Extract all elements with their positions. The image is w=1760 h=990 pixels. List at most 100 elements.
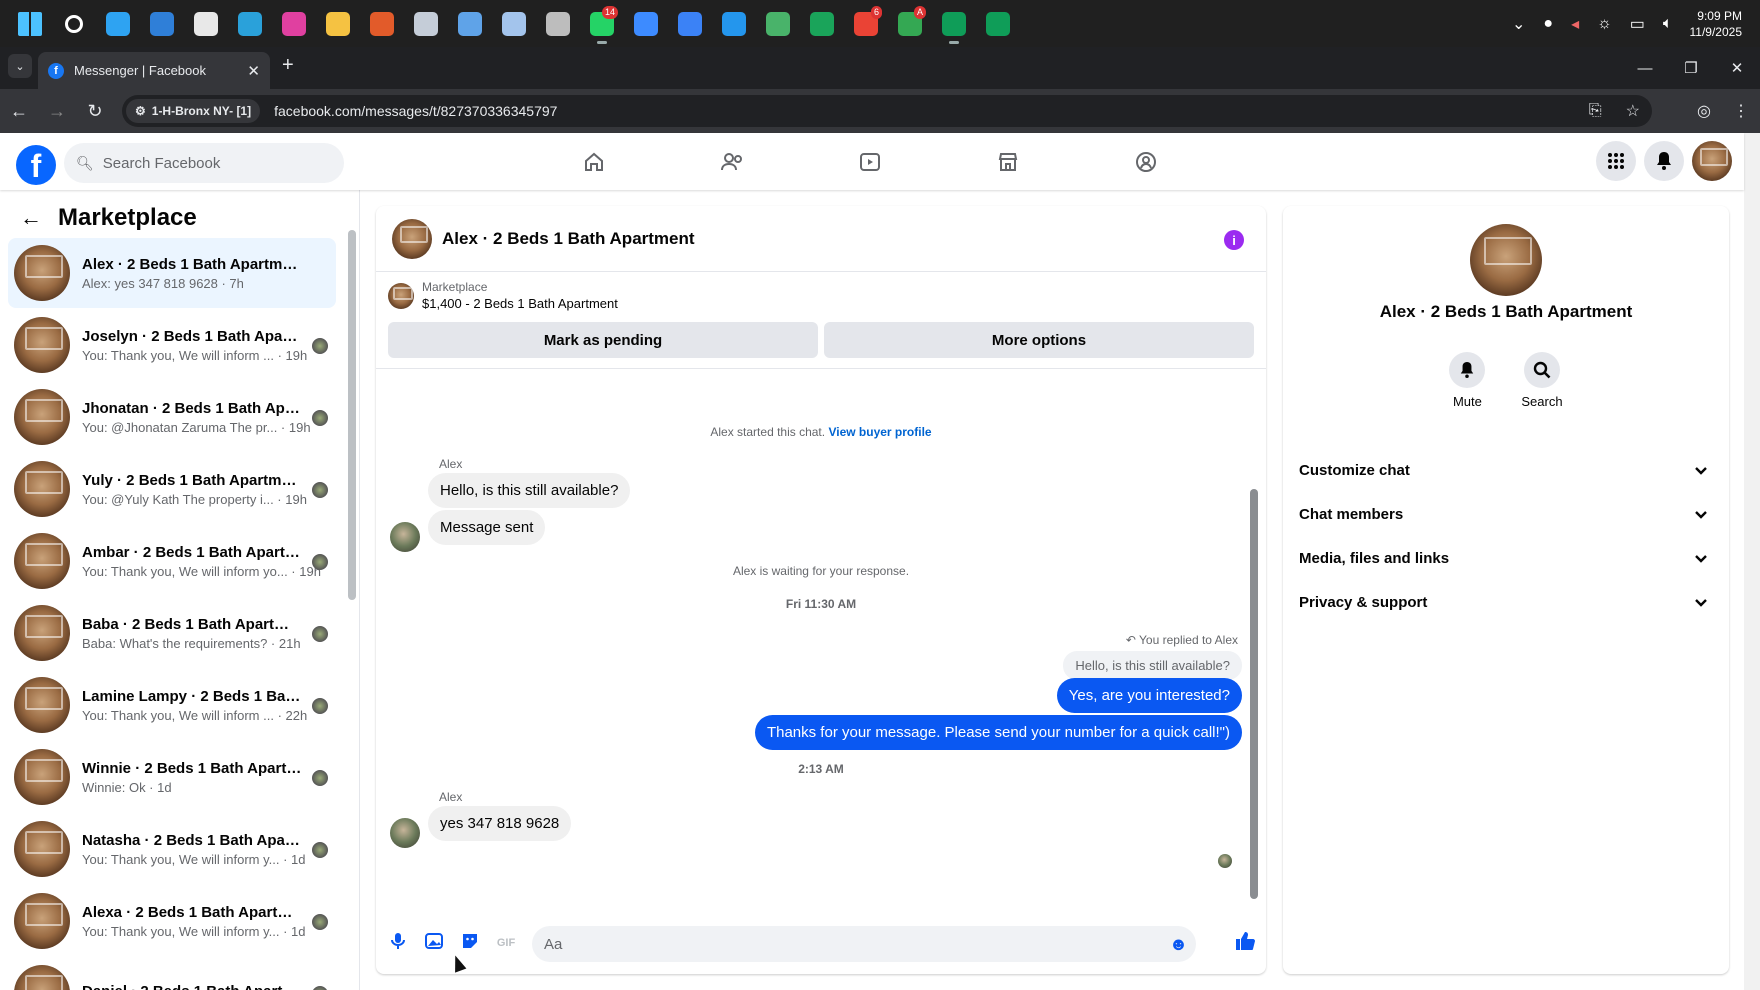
outlook-icon[interactable] [140,0,184,47]
minimize-icon[interactable]: — [1622,60,1668,77]
back-arrow-icon[interactable]: ← [20,205,42,231]
incoming-message[interactable]: Hello, is this still available? [428,473,631,508]
edge-copilot-icon[interactable] [96,0,140,47]
notepad-icon[interactable] [448,0,492,47]
gear-app-icon[interactable] [536,0,580,47]
reload-icon[interactable]: ↻ [76,101,114,122]
sidebar-scrollbar[interactable] [348,230,356,600]
conversation-item[interactable]: Alexa · 2 Beds 1 Bath Apartme... You: Tha… [8,886,336,956]
store-icon[interactable] [184,0,228,47]
outgoing-message[interactable]: Thanks for your message. Please send you… [754,715,1242,750]
view-buyer-profile-link[interactable]: View buyer profile [828,425,931,439]
conversation-item[interactable]: Winnie · 2 Beds 1 Bath Apartment Winnie: … [8,742,336,812]
conversation-item[interactable]: Joselyn · 2 Beds 1 Bath Apart... You: Tha… [8,310,336,380]
docker-icon[interactable] [712,0,756,47]
close-tab-icon[interactable]: ✕ [247,62,260,80]
marketplace-listing[interactable]: Marketplace $1,400 - 2 Beds 1 Bath Apart… [388,280,618,311]
conversation-item[interactable]: Baba · 2 Beds 1 Bath Apartment Baba: What… [8,598,336,668]
profile-avatar[interactable] [1470,224,1542,296]
sticker-icon[interactable] [452,932,488,955]
tab-search-dropdown-icon[interactable]: ⌄ [8,54,32,78]
blue-drop-icon[interactable] [668,0,712,47]
message-input[interactable]: Aa ☻ [532,926,1196,962]
back-icon[interactable]: ← [0,101,38,122]
home-nav-icon[interactable] [525,133,663,190]
mute-button[interactable]: Mute [1449,352,1486,409]
reply-quote[interactable]: Hello, is this still available? [1063,651,1242,680]
page-scrollbar[interactable] [1744,133,1760,990]
photo-icon[interactable] [416,932,452,955]
chat-title[interactable]: Alex · 2 Beds 1 Bath Apartment [442,229,695,249]
browser-tab-messenger[interactable]: f Messenger | Facebook ✕ [38,52,270,89]
mark-as-pending-button[interactable]: Mark as pending [388,322,818,358]
chat-scrollbar[interactable] [1250,489,1258,899]
speaker-alert-icon[interactable]: ◂ [1571,14,1579,34]
groups-nav-icon[interactable] [1077,133,1215,190]
profile-icon[interactable]: ◎ [1697,101,1711,121]
conversation-item[interactable]: Lamine Lampy · 2 Beds 1 Bath ... You: Tha… [8,670,336,740]
notifications-bell-icon[interactable] [1644,141,1684,181]
video-nav-icon[interactable] [801,133,939,190]
info-icon[interactable]: i [1224,230,1244,250]
sender-avatar[interactable] [390,818,420,848]
display-icon[interactable]: ▭ [1630,14,1645,34]
security-icon[interactable]: ● [1543,15,1553,33]
chat-avatar[interactable] [392,218,432,259]
camera-app-icon[interactable] [360,0,404,47]
brightness-icon[interactable]: ☼ [1597,15,1612,33]
microphone-icon[interactable] [380,932,416,955]
color-app-icon[interactable] [272,0,316,47]
marketplace-nav-icon[interactable] [939,133,1077,190]
telegram-icon[interactable] [228,0,272,47]
forward-icon[interactable]: → [38,101,76,122]
volume-icon[interactable]: 🔈︎ [1663,15,1673,33]
file-explorer-icon[interactable] [316,0,360,47]
account-avatar[interactable] [1692,141,1732,181]
restore-icon[interactable]: ❐ [1668,59,1714,77]
tool-app-icon[interactable] [404,0,448,47]
close-window-icon[interactable]: ✕ [1714,59,1760,77]
url-text[interactable]: facebook.com/messages/t/827370336345797 [274,103,557,119]
conversation-item[interactable]: Jhonatan · 2 Beds 1 Bath Apar... You: @Jh… [8,382,336,452]
chevron-up-icon[interactable]: ⌄ [1512,14,1525,34]
site-info-chip[interactable]: ⚙ 1-H-Bronx NY- [1] [126,99,261,123]
emoji-icon[interactable]: ☻ [1169,934,1188,955]
facebook-logo-icon[interactable]: f [16,145,56,185]
incoming-message[interactable]: Message sent [428,510,546,545]
search-conversation-button[interactable]: Search [1521,352,1563,409]
search-icon[interactable] [52,0,96,47]
facebook-search-input[interactable]: 🔍︎ Search Facebook [64,143,344,183]
new-tab-icon[interactable]: + [282,54,294,77]
conversation-item[interactable]: Ambar · 2 Beds 1 Bath Apartment You: Than… [8,526,336,596]
windows-start-icon[interactable] [8,0,52,47]
circle-app-icon[interactable] [624,0,668,47]
conversation-item[interactable]: Natasha · 2 Beds 1 Bath Apart... You: Tha… [8,814,336,884]
whatsapp-icon[interactable]: 14 [580,0,624,47]
oo-app-icon[interactable] [800,0,844,47]
more-options-button[interactable]: More options [824,322,1254,358]
incoming-message[interactable]: yes 347 818 9628 [428,806,572,841]
gif-icon[interactable]: GIF [488,937,524,949]
sheet-app-icon[interactable] [932,0,976,47]
friends-nav-icon[interactable] [663,133,801,190]
browser-menu-icon[interactable]: ⋮ [1733,101,1749,121]
menu-grid-icon[interactable] [1596,141,1636,181]
bookmark-star-icon[interactable]: ☆ [1626,101,1640,121]
conversation-item[interactable]: Daniel · 2 Beds 1 Bath Apartment [8,958,336,990]
thumbs-up-icon[interactable] [1234,930,1256,958]
info-section-media-files-and-links[interactable]: Media, files and links [1299,536,1713,580]
conversation-item[interactable]: Yuly · 2 Beds 1 Bath Apartment You: @Yuly… [8,454,336,524]
clock[interactable]: 9:09 PM 11/9/2025 [1690,8,1743,40]
sender-avatar[interactable] [390,522,420,552]
sheet-app-icon-2[interactable] [976,0,1020,47]
install-app-icon[interactable]: ⎘ [1589,102,1602,120]
info-section-chat-members[interactable]: Chat members [1299,492,1713,536]
omnibox[interactable]: ⚙ 1-H-Bronx NY- [1] facebook.com/messages… [122,95,1652,127]
calculator-icon[interactable] [492,0,536,47]
lock-app-icon[interactable] [756,0,800,47]
conversation-item[interactable]: Alex · 2 Beds 1 Bath Apartment Alex: yes … [8,238,336,308]
chrome-icon[interactable]: 6 [844,0,888,47]
chrome-profile-icon[interactable]: A [888,0,932,47]
outgoing-message[interactable]: Yes, are you interested? [1056,678,1242,713]
info-section-privacy-support[interactable]: Privacy & support [1299,580,1713,624]
